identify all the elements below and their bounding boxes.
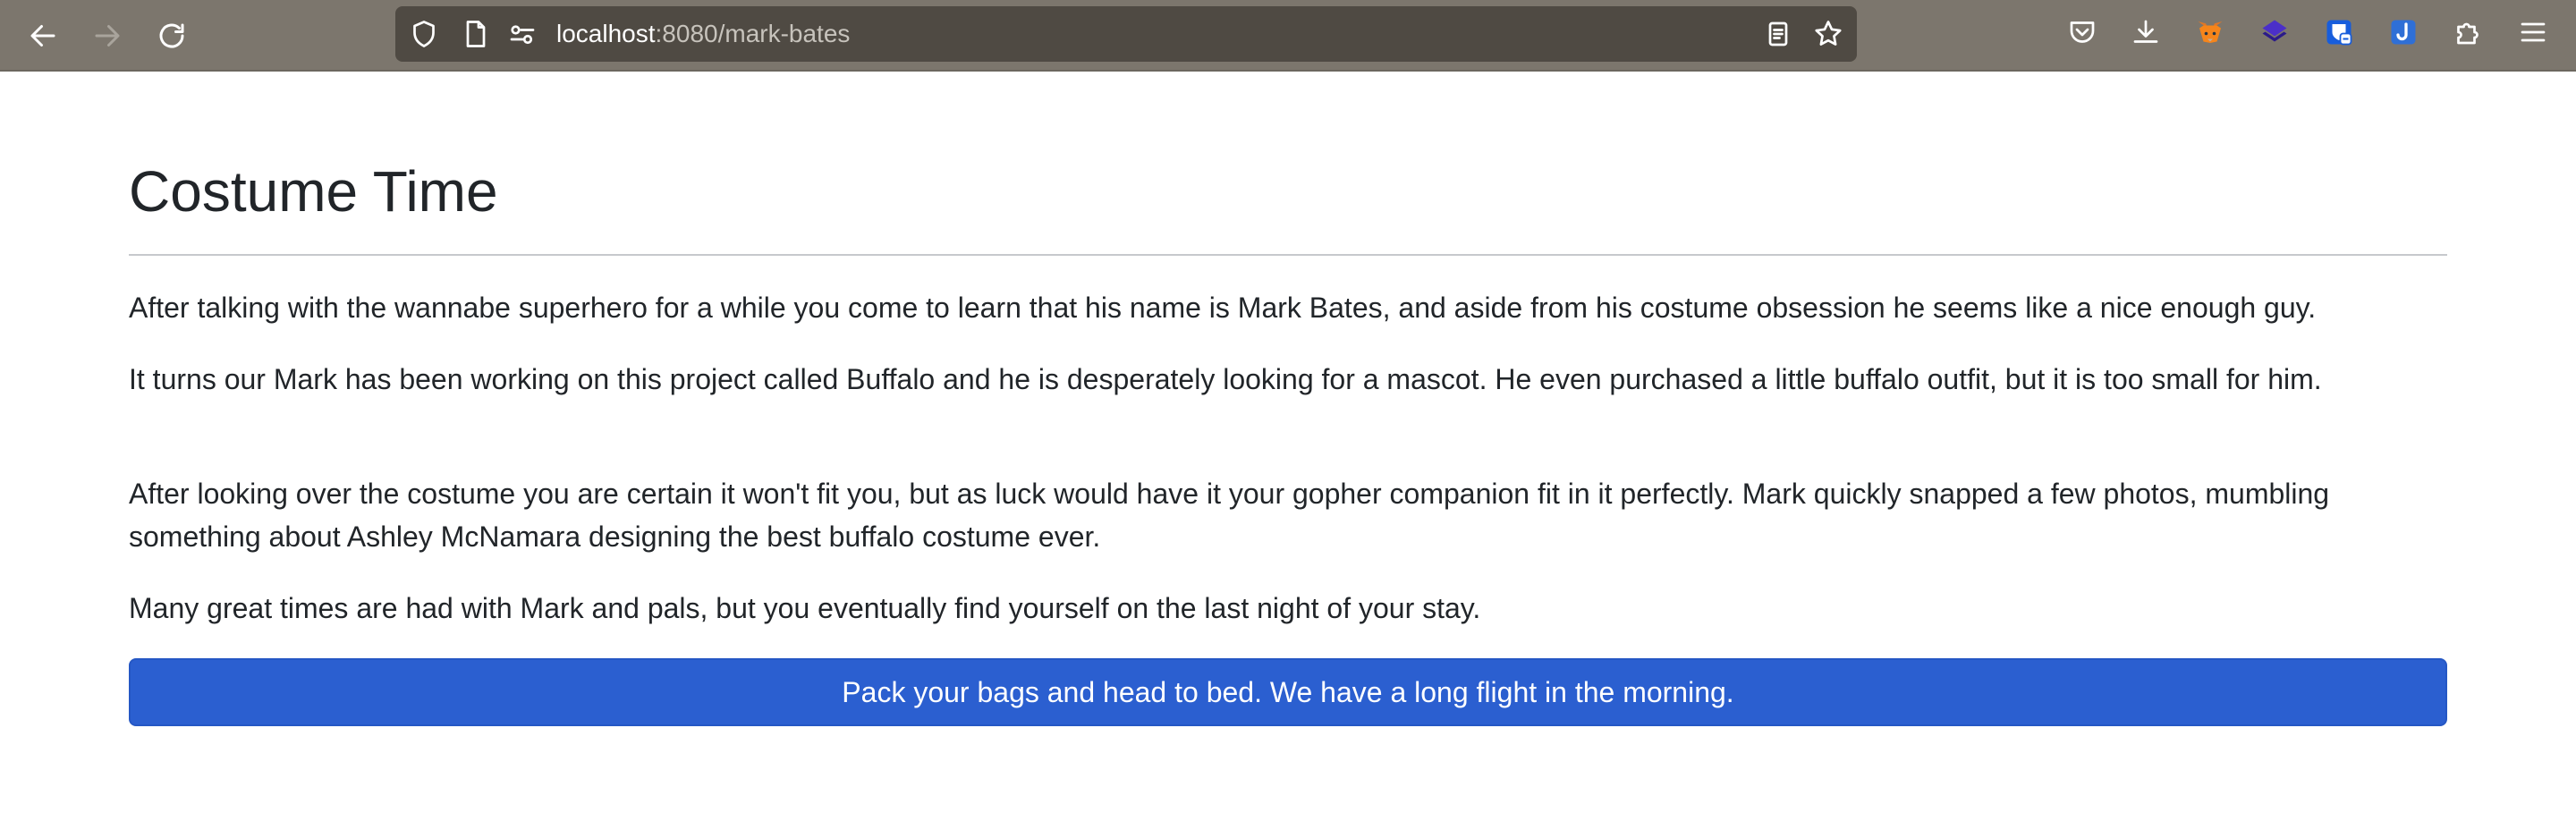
- continue-button[interactable]: Pack your bags and head to bed. We have …: [129, 658, 2447, 726]
- story-paragraph: Many great times are had with Mark and p…: [129, 592, 1481, 624]
- url-text[interactable]: localhost:8080/mark-bates: [556, 6, 850, 62]
- story-paragraph: After talking with the wannabe superhero…: [129, 292, 2317, 324]
- reload-icon[interactable]: [152, 16, 191, 55]
- bitwarden-icon[interactable]: [2323, 16, 2355, 48]
- bookmark-star-icon[interactable]: [1812, 18, 1844, 50]
- extensions-puzzle-icon[interactable]: [2452, 16, 2484, 48]
- downloads-icon[interactable]: [2130, 16, 2162, 48]
- back-arrow-icon[interactable]: [23, 16, 63, 55]
- shield-icon[interactable]: [408, 18, 440, 50]
- browser-toolbar: localhost:8080/mark-bates: [0, 0, 2576, 72]
- metamask-fox-icon[interactable]: [2194, 16, 2226, 48]
- layers-extension-icon[interactable]: [2258, 16, 2291, 48]
- pocket-icon[interactable]: [2066, 16, 2098, 48]
- url-bar[interactable]: localhost:8080/mark-bates: [395, 6, 1857, 62]
- site-permissions-icon[interactable]: [506, 18, 538, 50]
- story-paragraph: It turns our Mark has been working on th…: [129, 363, 2322, 395]
- reader-view-icon[interactable]: [1762, 18, 1794, 50]
- url-host: localhost: [556, 20, 656, 47]
- page-icon: [460, 18, 492, 50]
- forward-arrow-icon[interactable]: [88, 16, 127, 55]
- title-divider: [129, 254, 2447, 256]
- page-title: Costume Time: [129, 159, 498, 224]
- url-path: :8080/mark-bates: [655, 20, 851, 47]
- story-paragraph: After looking over the costume you are c…: [129, 478, 2330, 553]
- menu-hamburger-icon[interactable]: [2517, 16, 2549, 48]
- extension-j-icon[interactable]: [2387, 16, 2419, 48]
